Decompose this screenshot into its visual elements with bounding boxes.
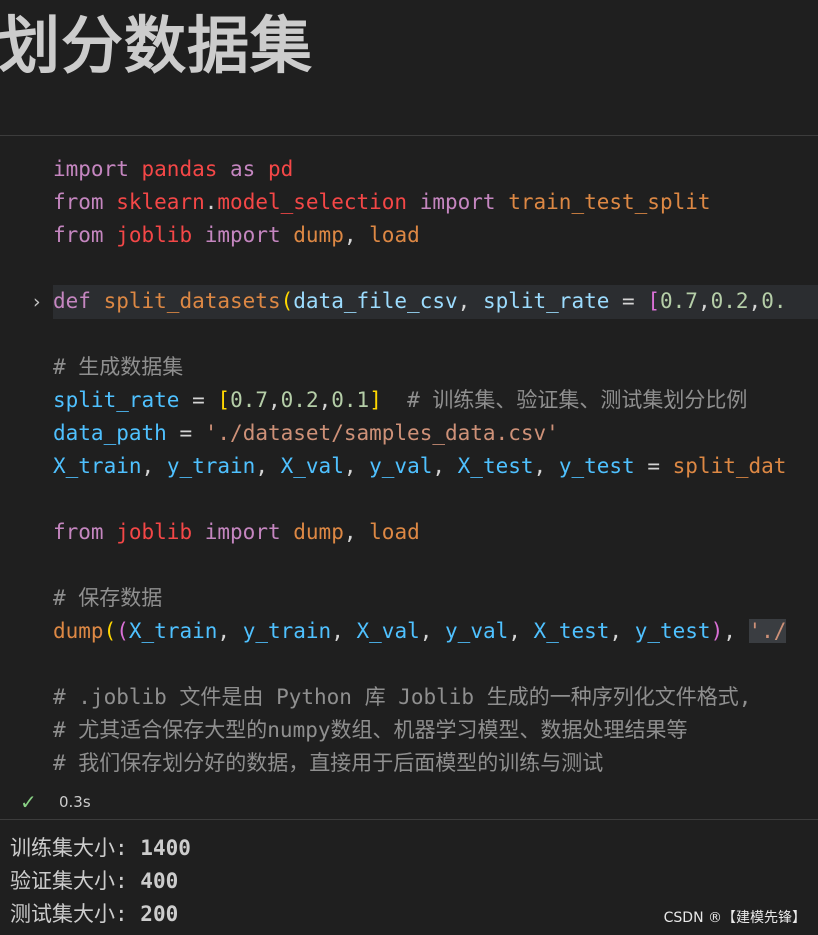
watermark: CSDN ®【建模先锋】 (663, 910, 806, 926)
check-icon: ✓ (20, 790, 37, 814)
code-line-11: dump((X_train, y_train, X_val, y_val, X_… (53, 619, 787, 643)
code-line-1: import pandas as pd (53, 157, 294, 181)
code-line-8: X_train, y_train, X_val, y_val, X_test, … (53, 454, 787, 478)
code-line-14: # 我们保存划分好的数据，直接用于后面模型的训练与测试 (53, 751, 604, 775)
chevron-right-icon[interactable]: › (33, 288, 49, 316)
cell-status-bar: ✓ 0.3s (0, 787, 818, 817)
code-line-10: # 保存数据 (53, 586, 163, 610)
output-line: 训练集大小: 1400 (10, 836, 191, 860)
code-line-6: split_rate = [0.7,0.2,0.1] # 训练集、验证集、测试集… (53, 388, 748, 412)
code-line-4: def split_datasets(data_file_csv, split_… (53, 289, 787, 313)
code-line-7: data_path = './dataset/samples_data.csv' (53, 421, 559, 445)
code-line-2: from sklearn.model_selection import trai… (53, 190, 711, 214)
code-line-12: # .joblib 文件是由 Python 库 Joblib 生成的一种序列化文… (53, 685, 752, 709)
code-line-3: from joblib import dump, load (53, 223, 420, 247)
code-line-13: # 尤其适合保存大型的numpy数组、机器学习模型、数据处理结果等 (53, 718, 688, 742)
output-divider (0, 819, 818, 820)
code-line-5: # 生成数据集 (53, 355, 184, 379)
code-line-9: from joblib import dump, load (53, 520, 420, 544)
output-line: 验证集大小: 400 (10, 869, 179, 893)
page-heading: 划分数据集 (0, 9, 314, 82)
execution-time: 0.3s (59, 793, 91, 811)
code-editor[interactable]: import pandas as pd from sklearn.model_s… (53, 153, 818, 783)
